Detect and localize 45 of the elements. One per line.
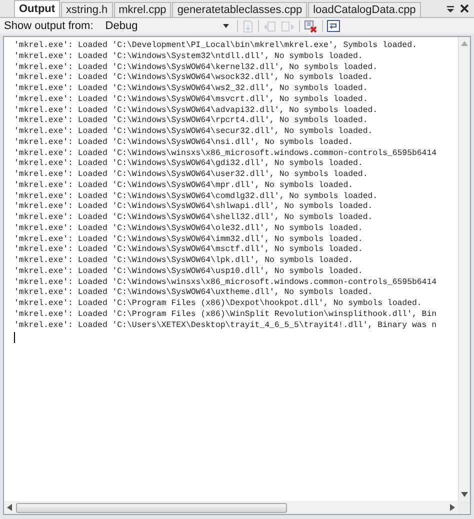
clear-all-icon[interactable] (304, 20, 318, 32)
output-line: 'mkrel.exe': Loaded 'C:\Windows\SysWOW64\user32.dll', No symbols loaded. (14, 170, 368, 181)
scroll-left-icon[interactable] (7, 504, 12, 511)
output-line: 'mkrel.exe': Loaded 'C:\Windows\SysWOW64\usp10.dll', No symbols loaded. (14, 266, 363, 278)
tab[interactable]: Output (14, 0, 60, 17)
output-line: 'mkrel.exe': Loaded 'C:\Windows\SysWOW64\msvcrt.dll', No symbols loaded. (14, 94, 368, 106)
output-line: 'mkrel.exe': Loaded 'C:\Windows\System32\ntdll.dll', No symbols loaded. (14, 52, 363, 62)
output-line: 'mkrel.exe': Loaded 'C:\Windows\SysWOW64\mpr.dll', No symbols loaded. (14, 180, 354, 192)
scrollbar-corner (458, 501, 470, 514)
dropdown-icon[interactable] (446, 5, 455, 13)
scroll-right-icon[interactable] (450, 504, 455, 511)
output-line: 'mkrel.exe': Loaded 'C:\Windows\SysWOW64\gdi32.dll', No symbols loaded. (14, 159, 363, 170)
output-line: 'mkrel.exe': Loaded 'C:\Windows\SysWOW64\imm32.dll', No symbols loaded. (14, 234, 363, 245)
tab[interactable]: generatetableclasses.cpp (172, 2, 308, 17)
output-line: 'mkrel.exe': Loaded 'C:\Windows\SysWOW64\ole32.dll', No symbols loaded. (14, 224, 363, 234)
tab[interactable]: mkrel.cpp (114, 2, 172, 17)
output-line: 'mkrel.exe': Loaded 'C:\Development\PI_Local\bin\mkrel\mkrel.exe', Symbols loaded. (14, 41, 417, 52)
scroll-thumb[interactable] (16, 502, 287, 512)
output-line: 'mkrel.exe': Loaded 'C:\Windows\SysWOW64\ws2_32.dll', No symbols loaded. (14, 84, 368, 95)
show-output-label: Show output from: (4, 20, 94, 32)
output-line: 'mkrel.exe': Loaded 'C:\Windows\SysWOW64\advapi32.dll', No symbols loaded. (14, 106, 378, 116)
output-line: 'mkrel.exe': Loaded 'C:\Windows\SysWOW64\shlwapi.dll', No symbols loaded. (14, 202, 373, 213)
output-line: 'mkrel.exe': Loaded 'C:\Windows\SysWOW64\kernel32.dll', No symbols loaded. (14, 62, 378, 73)
scroll-down-icon[interactable] (461, 492, 468, 497)
tab[interactable]: loadCatalogData.cpp (308, 2, 421, 17)
output-line: 'mkrel.exe': Loaded 'C:\Windows\winsxs\x86_microsoft.windows.common-controls_6595b6414 (14, 148, 437, 159)
output-line: 'mkrel.exe': Loaded 'C:\Windows\SysWOW64\rpcrt4.dll', No symbols loaded. (14, 116, 368, 127)
output-line: 'mkrel.exe': Loaded 'C:\Program Files (x86)\Dexpot\hookpot.dll', No symbols loaded. (14, 299, 422, 310)
output-line: 'mkrel.exe': Loaded 'C:\Windows\SysWOW64\nsi.dll', No symbols loaded. (14, 138, 354, 148)
output-line: 'mkrel.exe': Loaded 'C:\Windows\SysWOW64\uxtheme.dll', No symbols loaded. (14, 288, 373, 299)
text-cursor (14, 332, 15, 344)
output-line: 'mkrel.exe': Loaded 'C:\Windows\SysWOW64\secur32.dll', No symbols loaded. (14, 127, 373, 138)
output-line: 'mkrel.exe': Loaded 'C:\Program Files (x86)\WinSplit Revolution\winsplithook.dll', Bin (14, 310, 437, 320)
output-line: 'mkrel.exe': Loaded 'C:\Windows\SysWOW64\msctf.dll', No symbols loaded. (14, 245, 363, 256)
output-source-dropdown[interactable]: Debug (103, 20, 234, 32)
output-line: 'mkrel.exe': Loaded 'C:\Windows\SysWOW64\lpk.dll', No symbols loaded. (14, 256, 354, 267)
tab[interactable]: xstring.h (61, 2, 113, 17)
output-line: 'mkrel.exe': Loaded 'C:\Windows\SysWOW64\wsock32.dll', No symbols loaded. (14, 73, 373, 84)
caret-icon (223, 24, 230, 28)
output-line: 'mkrel.exe': Loaded 'C:\Windows\SysWOW64\shell32.dll', No symbols loaded. (14, 213, 373, 224)
output-line: 'mkrel.exe': Loaded 'C:\Users\XETEX\Desktop\trayit_4_6_5_5\trayit4!.dll', Binary was n (14, 320, 437, 332)
word-wrap-icon[interactable] (327, 20, 340, 32)
close-icon[interactable] (460, 4, 469, 13)
output-line: 'mkrel.exe': Loaded 'C:\Windows\winsxs\x86_microsoft.windows.common-controls_6595b6414 (14, 278, 437, 288)
output-line: 'mkrel.exe': Loaded 'C:\Windows\SysWOW64\comdlg32.dll', No symbols loaded. (14, 192, 378, 202)
